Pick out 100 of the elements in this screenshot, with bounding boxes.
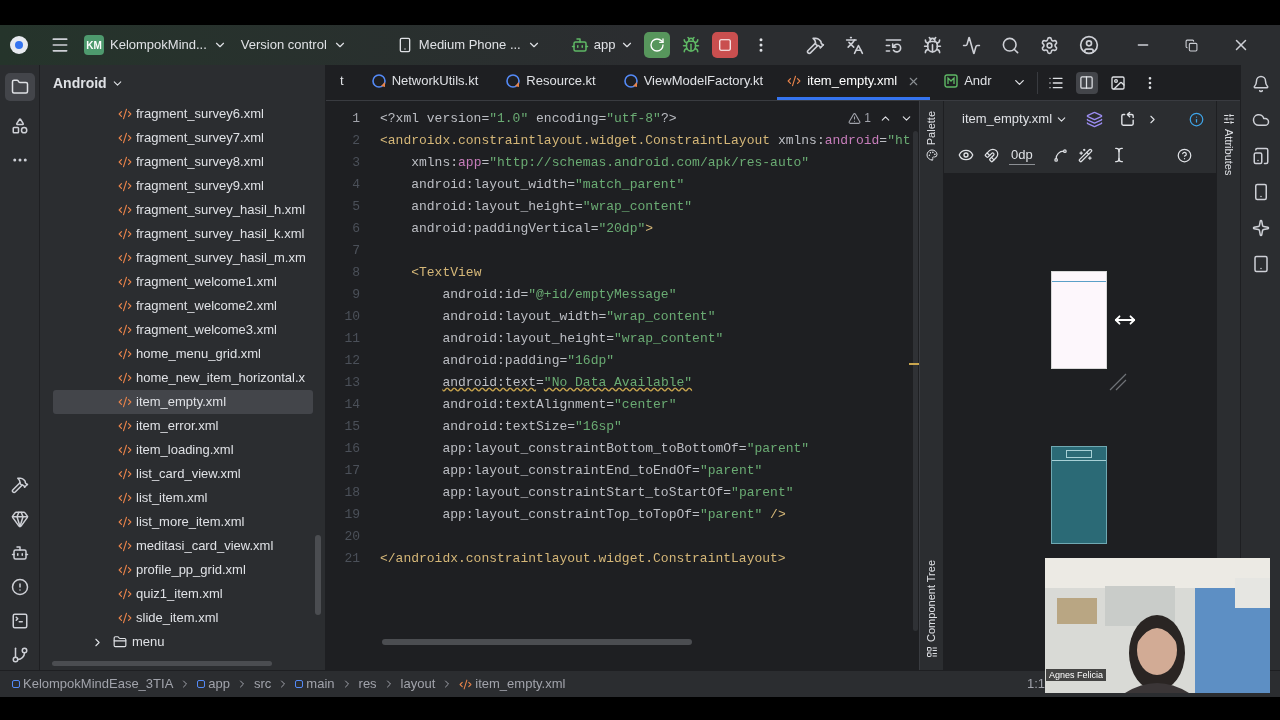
file-item[interactable]: fragment_survey7.xml: [53, 126, 313, 150]
code-token: android:textAlignment=: [442, 396, 615, 414]
breadcrumb[interactable]: app: [197, 674, 230, 694]
default-margin-field[interactable]: 0dp: [1009, 144, 1035, 166]
editor-tab[interactable]: Andr: [930, 65, 1006, 100]
file-item[interactable]: list_more_item.xml: [53, 510, 313, 534]
attributes-tab[interactable]: Attributes: [1220, 113, 1237, 176]
tablet-icon[interactable]: [1251, 255, 1270, 273]
file-item[interactable]: home_menu_grid.xml: [53, 342, 313, 366]
shapes-icon[interactable]: [10, 117, 29, 135]
profiler-icon[interactable]: [962, 35, 982, 55]
file-item[interactable]: fragment_survey8.xml: [53, 150, 313, 174]
file-item[interactable]: fragment_welcome3.xml: [53, 318, 313, 342]
editor-tab[interactable]: ViewModelFactory.kt: [609, 65, 778, 100]
help-icon[interactable]: [1176, 147, 1192, 163]
account-icon[interactable]: [1079, 35, 1100, 55]
split-view-icon: [1079, 75, 1095, 90]
scrollbar[interactable]: [913, 131, 918, 631]
cloud-icon[interactable]: [1251, 111, 1270, 129]
eye-icon[interactable]: [958, 147, 974, 163]
scrollbar[interactable]: [382, 639, 692, 645]
file-item[interactable]: fragment_survey6.xml: [53, 102, 313, 126]
file-item[interactable]: item_error.xml: [53, 414, 313, 438]
file-item[interactable]: fragment_survey_hasil_m.xm: [53, 246, 313, 270]
layers-icon[interactable]: [1086, 110, 1104, 128]
file-item[interactable]: fragment_welcome2.xml: [53, 294, 313, 318]
file-item[interactable]: item_empty.xml: [53, 390, 313, 414]
wand-icon[interactable]: [1077, 147, 1093, 163]
bug-icon[interactable]: [682, 36, 701, 54]
code-token: app:layout_constraintEnd_toEndOf=: [442, 462, 700, 480]
notifications-icon[interactable]: [1251, 75, 1270, 93]
version-control-menu[interactable]: Version control: [240, 35, 347, 55]
translate-icon[interactable]: [845, 35, 865, 55]
file-item[interactable]: item_loading.xml: [53, 438, 313, 462]
breadcrumb[interactable]: res: [358, 674, 377, 694]
code-token: =: [481, 154, 490, 172]
code-token: ?>: [660, 110, 677, 128]
file-item[interactable]: quiz1_item.xml: [53, 582, 313, 606]
bug-icon[interactable]: [923, 35, 943, 55]
file-item[interactable]: list_card_view.xml: [53, 462, 313, 486]
design-view-icon[interactable]: [1109, 74, 1126, 91]
xml-file-icon: [118, 515, 132, 529]
project-selector[interactable]: KM KelompokMind...: [84, 35, 227, 55]
robot-icon[interactable]: [10, 544, 29, 562]
hammer-icon[interactable]: [806, 35, 826, 55]
breadcrumb[interactable]: main: [295, 674, 335, 694]
palette-tab[interactable]: Palette: [923, 111, 940, 162]
stop-button[interactable]: [712, 32, 739, 58]
dark-preview-drawing[interactable]: [1051, 446, 1107, 544]
editor-tab[interactable]: Resource.kt: [492, 65, 610, 100]
file-item[interactable]: slide_item.xml: [53, 606, 313, 630]
component-tree-tab[interactable]: Component Tree: [923, 560, 940, 658]
file-item[interactable]: fragment_survey9.xml: [53, 174, 313, 198]
settings-icon[interactable]: [1040, 35, 1060, 55]
split-view-button[interactable]: [1075, 71, 1098, 94]
breadcrumb[interactable]: KelompokMindEase_3TIA: [12, 674, 174, 694]
device-selector[interactable]: Medium Phone ...: [396, 35, 541, 55]
module-icon: [295, 680, 304, 688]
warning-counter[interactable]: 1: [848, 109, 871, 127]
file-item[interactable]: fragment_welcome1.xml: [53, 270, 313, 294]
code-token: "20dp": [598, 220, 646, 238]
resize-handle-icon[interactable]: [1108, 372, 1128, 392]
code-token: "16dp": [567, 352, 615, 370]
file-item[interactable]: fragment_survey_hasil_k.xml: [53, 222, 313, 246]
manifest-file-icon: [944, 74, 959, 88]
gem-icon[interactable]: [10, 510, 29, 528]
hammer-icon[interactable]: [10, 476, 29, 494]
cursor-position[interactable]: 1:1: [1026, 674, 1045, 694]
terminal-icon[interactable]: [10, 612, 29, 630]
menu-icon[interactable]: [50, 35, 70, 55]
breadcrumb[interactable]: item_empty.xml: [459, 674, 566, 694]
scrollbar[interactable]: [315, 535, 321, 615]
code-token: android:paddingVertical=: [411, 220, 599, 238]
xml-file-icon: [118, 419, 132, 433]
editor-tab[interactable]: NetworkUtils.kt: [357, 65, 493, 100]
rerun-button[interactable]: [644, 32, 671, 58]
git-branch-icon[interactable]: [10, 646, 29, 664]
path-icon[interactable]: [1052, 147, 1068, 163]
app-logo-icon[interactable]: [10, 36, 28, 54]
file-item[interactable]: home_new_item_horizontal.x: [53, 366, 313, 390]
magnet-icon[interactable]: [984, 147, 999, 163]
file-item[interactable]: fragment_survey_hasil_h.xml: [53, 198, 313, 222]
project-view-selector[interactable]: Android: [53, 72, 124, 94]
search-icon[interactable]: [1001, 35, 1021, 55]
file-item[interactable]: profile_pp_grid.xml: [53, 558, 313, 582]
project-tool-button[interactable]: [4, 73, 35, 101]
rotate-icon[interactable]: [1119, 110, 1137, 128]
breadcrumb[interactable]: layout: [400, 674, 436, 694]
editor-tab[interactable]: t: [326, 65, 358, 100]
file-item[interactable]: list_item.xml: [53, 486, 313, 510]
file-item[interactable]: meditasi_card_view.xml: [53, 534, 313, 558]
problems-icon[interactable]: [10, 578, 29, 596]
sparkle-icon[interactable]: [1251, 219, 1270, 237]
folder-item[interactable]: menu: [53, 630, 313, 654]
breadcrumb[interactable]: src: [254, 674, 272, 694]
run-configuration[interactable]: app: [570, 35, 635, 55]
device-manager-icon[interactable]: [1251, 147, 1270, 165]
info-icon[interactable]: [1189, 111, 1205, 127]
restore-icon[interactable]: [1185, 38, 1199, 52]
scrollbar[interactable]: [52, 661, 272, 666]
